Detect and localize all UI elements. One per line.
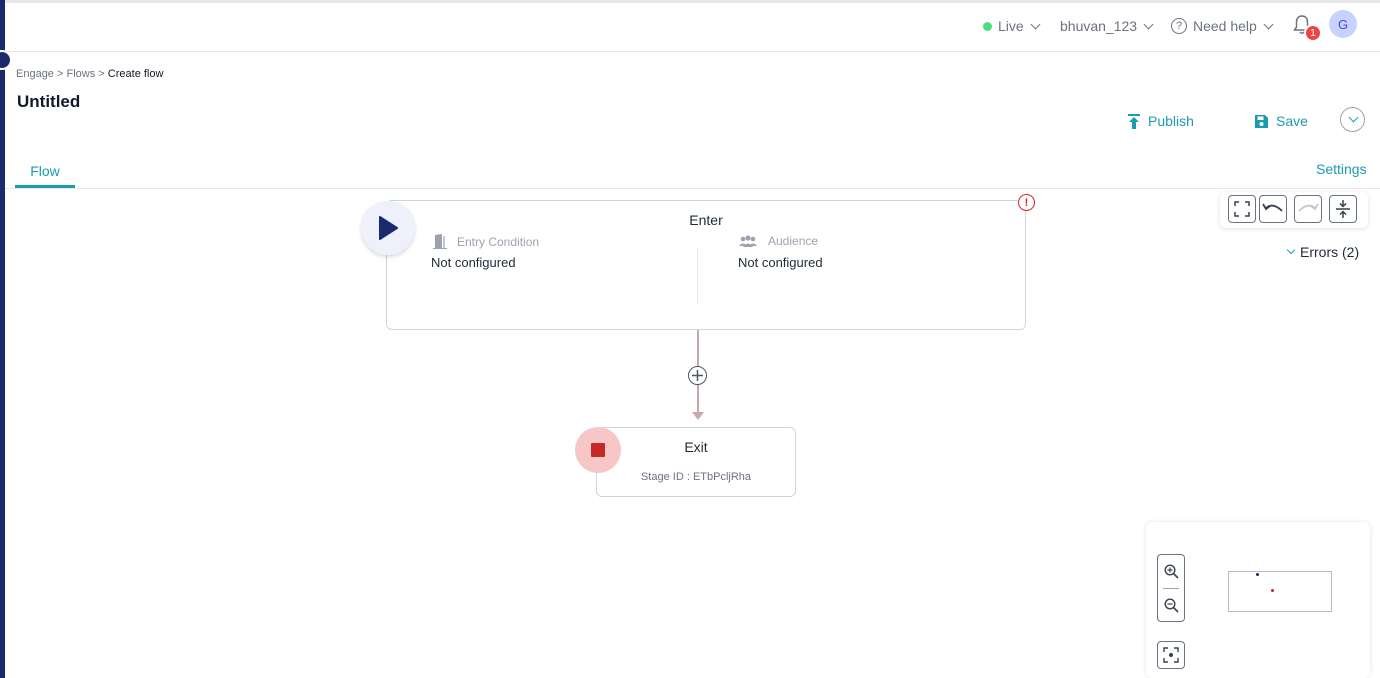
help-menu[interactable]: ? Need help [1171, 18, 1274, 34]
enter-node[interactable]: Enter Entry Condition Not configured Aud… [386, 200, 1026, 330]
breadcrumb: Engage > Flows > Create flow [16, 68, 163, 80]
redo-button[interactable] [1294, 195, 1322, 223]
zoom-out-icon [1163, 598, 1179, 613]
live-status-dot [983, 21, 992, 31]
play-icon [379, 216, 398, 240]
enter-node-title: Enter [689, 212, 723, 228]
chevron-down-icon [1286, 245, 1296, 255]
column-divider [697, 247, 698, 305]
account-label: bhuvan_123 [1060, 18, 1138, 34]
entry-condition-value[interactable]: Not configured [431, 255, 516, 270]
warning-icon[interactable]: ! [1018, 194, 1035, 211]
publish-icon [1128, 113, 1140, 129]
page-title[interactable]: Untitled [17, 92, 80, 112]
notification-badge: 1 [1304, 24, 1322, 42]
help-icon: ? [1171, 18, 1187, 34]
exit-node[interactable]: Exit Stage ID : ETbPcljRha [596, 427, 796, 497]
save-label: Save [1276, 113, 1308, 129]
audience-label: Audience [738, 234, 818, 248]
account-selector[interactable]: bhuvan_123 [1060, 18, 1154, 34]
tabs-divider [5, 188, 1380, 189]
errors-label: Errors (2) [1300, 244, 1360, 260]
top-header: Live bhuvan_123 ? Need help [5, 3, 1380, 52]
stop-icon [591, 443, 605, 457]
audience-text: Audience [768, 234, 819, 248]
fullscreen-button[interactable] [1228, 195, 1256, 223]
more-options-button[interactable] [1340, 107, 1365, 132]
breadcrumb-flows[interactable]: Flows [67, 68, 96, 80]
environment-selector[interactable]: Live [983, 18, 1041, 34]
publish-button[interactable]: Publish [1127, 113, 1194, 129]
publish-label: Publish [1148, 113, 1194, 129]
tab-settings[interactable]: Settings [1316, 161, 1367, 177]
chevron-down-icon [1348, 112, 1359, 123]
chevron-down-icon [1143, 19, 1154, 29]
breadcrumb-separator: > [57, 68, 64, 80]
minimap-panel [1146, 522, 1370, 678]
save-button[interactable]: Save [1254, 113, 1308, 129]
redo-icon [1298, 203, 1319, 212]
tab-flow[interactable]: Flow [15, 162, 75, 188]
help-label: Need help [1193, 18, 1257, 34]
plus-icon [692, 370, 703, 381]
save-icon [1255, 114, 1268, 128]
sidebar-expand-handle[interactable] [0, 50, 12, 70]
fullscreen-icon [1234, 201, 1250, 217]
expand-collapse-button[interactable] [1329, 195, 1357, 223]
zoom-controls [1157, 554, 1185, 622]
door-icon [433, 234, 447, 249]
zoom-in-button[interactable] [1158, 555, 1184, 588]
exit-node-title: Exit [684, 439, 708, 455]
zoom-out-button[interactable] [1158, 589, 1184, 622]
environment-label: Live [998, 18, 1024, 34]
minimap-exit-marker [1271, 589, 1274, 592]
canvas-toolbar [1220, 192, 1368, 228]
chevron-down-icon [1263, 19, 1274, 29]
audience-value[interactable]: Not configured [738, 255, 823, 270]
entry-condition-label: Entry Condition [433, 234, 539, 249]
breadcrumb-current: Create flow [107, 68, 164, 80]
exit-stage-id: Stage ID : ETbPcljRha [640, 471, 752, 483]
breadcrumb-separator: > [98, 68, 105, 80]
left-sidebar-strip [0, 0, 5, 678]
undo-button[interactable] [1259, 195, 1287, 223]
audience-icon [739, 234, 757, 247]
chevron-down-icon [1030, 19, 1041, 29]
exit-node-stop[interactable] [575, 427, 621, 473]
errors-toggle[interactable]: Errors (2) [1286, 244, 1359, 260]
compress-icon [1336, 200, 1350, 218]
fit-view-icon [1163, 647, 1179, 663]
minimap-enter-marker [1256, 573, 1259, 576]
zoom-in-icon [1163, 564, 1179, 579]
breadcrumb-engage[interactable]: Engage [16, 68, 54, 80]
minimap-viewport[interactable] [1228, 571, 1332, 612]
fit-view-button[interactable] [1157, 641, 1185, 669]
entry-condition-text: Entry Condition [457, 234, 540, 249]
arrow-down-icon [692, 412, 704, 420]
avatar[interactable]: G [1329, 10, 1357, 38]
enter-node-play-button[interactable] [361, 201, 415, 255]
undo-icon [1262, 203, 1283, 212]
add-step-button[interactable] [688, 366, 707, 385]
